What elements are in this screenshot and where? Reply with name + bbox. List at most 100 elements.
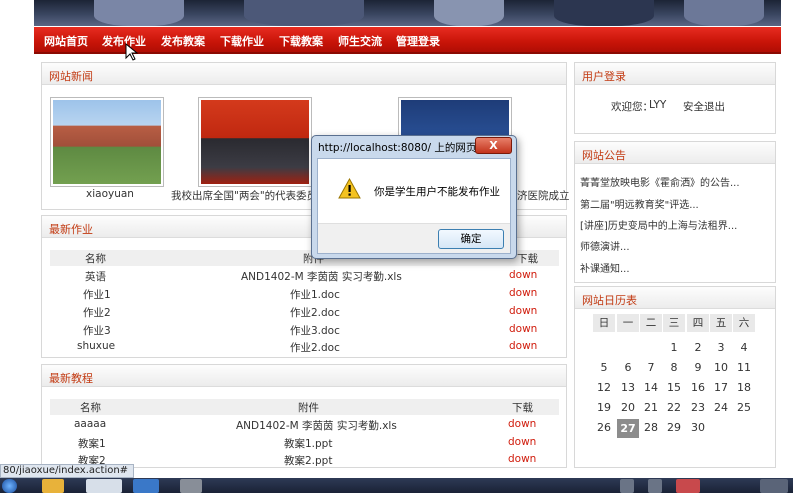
taskbar-folder-icon[interactable] <box>42 479 64 493</box>
homework-row-file: AND1402-M 李茵茵 实习考勤.xls <box>241 271 402 283</box>
calendar-day[interactable]: 25 <box>733 401 755 414</box>
homework-download-link[interactable]: down <box>509 323 537 335</box>
windows-taskbar <box>0 478 793 493</box>
header-banner <box>34 0 781 26</box>
notice-item[interactable]: 补课通知... <box>580 260 630 275</box>
welcome-label: 欢迎您： <box>611 101 653 113</box>
tray-icon[interactable] <box>760 479 788 493</box>
calendar-day[interactable]: 1 <box>663 341 685 354</box>
homework-row-file: 作业2.doc <box>290 307 340 319</box>
news-image-campus[interactable] <box>50 97 164 187</box>
calendar-day[interactable]: 20 <box>617 401 639 414</box>
nav-admin-login[interactable]: 管理登录 <box>396 33 440 49</box>
calendar-day[interactable]: 17 <box>710 381 732 394</box>
homework-row-name: 作业1 <box>83 289 111 301</box>
lessons-download-link[interactable]: down <box>508 418 536 430</box>
notices-panel-title: 网站公告 <box>575 142 775 164</box>
calendar-day[interactable]: 2 <box>687 341 709 354</box>
username: LYY <box>649 99 667 111</box>
calendar-weekday: 五 <box>710 314 732 332</box>
lessons-row-file: 教案2.ppt <box>284 455 333 467</box>
notice-item[interactable]: [讲座]历史变局中的上海与法租界... <box>580 217 737 232</box>
mouse-cursor-icon <box>125 43 139 61</box>
calendar-day[interactable]: 9 <box>687 361 709 374</box>
login-panel-title: 用户登录 <box>575 63 775 85</box>
notice-item[interactable]: 菁菁堂放映电影《霍俞洒》的公告... <box>580 174 740 189</box>
lessons-row-name: aaaaa <box>74 418 107 430</box>
dialog-close-button[interactable]: X <box>475 137 512 154</box>
taskbar-app-icon[interactable] <box>180 479 202 493</box>
homework-row-name: 作业2 <box>83 307 111 319</box>
homework-download-link[interactable]: down <box>509 305 537 317</box>
calendar-day[interactable]: 28 <box>640 421 662 434</box>
calendar-day[interactable]: 6 <box>617 361 639 374</box>
news-image-delegates[interactable] <box>198 97 312 187</box>
calendar-day[interactable]: 24 <box>710 401 732 414</box>
calendar-day[interactable]: 21 <box>640 401 662 414</box>
dialog-ok-button[interactable]: 确定 <box>438 229 504 249</box>
dialog-title: http://localhost:8080/ 上的网页显... <box>318 142 497 154</box>
left-margin <box>0 0 34 465</box>
homework-row-file: 作业3.doc <box>290 325 340 337</box>
calendar-day[interactable]: 12 <box>593 381 615 394</box>
calendar-weekday: 日 <box>593 314 615 332</box>
tray-icon[interactable] <box>648 479 662 493</box>
calendar-day[interactable]: 29 <box>663 421 685 434</box>
lessons-row-file: 教案1.ppt <box>284 438 333 450</box>
login-panel: 用户登录 <box>574 62 776 134</box>
calendar-day[interactable]: 3 <box>710 341 732 354</box>
news-caption[interactable]: 济医院成立 <box>517 188 570 203</box>
homework-row-file: 作业2.doc <box>290 342 340 354</box>
homework-download-link[interactable]: down <box>509 340 537 352</box>
homework-row-name: shuxue <box>77 340 116 352</box>
calendar-day[interactable]: 22 <box>663 401 685 414</box>
homework-row-file: 作业1.doc <box>290 289 340 301</box>
calendar-day[interactable]: 13 <box>617 381 639 394</box>
calendar-weekday: 一 <box>617 314 639 332</box>
calendar-day[interactable]: 8 <box>663 361 685 374</box>
homework-download-link[interactable]: down <box>509 287 537 299</box>
nav-publish-lesson[interactable]: 发布教案 <box>161 33 205 49</box>
calendar-weekday: 六 <box>733 314 755 332</box>
calendar-day[interactable]: 4 <box>733 341 755 354</box>
calendar-day[interactable]: 18 <box>733 381 755 394</box>
calendar-day[interactable]: 10 <box>710 361 732 374</box>
tray-icon[interactable] <box>676 479 700 493</box>
calendar-day-today[interactable]: 27 <box>617 419 639 438</box>
notice-item[interactable]: 师德演讲... <box>580 238 630 253</box>
news-caption[interactable]: xiaoyuan <box>86 188 134 200</box>
lessons-col-name: 名称 <box>80 402 101 414</box>
browser-page: 网站首页 发布作业 发布教案 下载作业 下载教案 师生交流 管理登录 网站新闻 … <box>0 0 793 493</box>
calendar-day[interactable]: 19 <box>593 401 615 414</box>
nav-publish-homework[interactable]: 发布作业 <box>102 33 146 49</box>
status-bar-url: 80/jiaoxue/index.action# <box>0 464 135 478</box>
calendar-day[interactable]: 23 <box>687 401 709 414</box>
calendar-day[interactable]: 14 <box>640 381 662 394</box>
lessons-download-link[interactable]: down <box>508 453 536 465</box>
lessons-download-link[interactable]: down <box>508 436 536 448</box>
nav-download-homework[interactable]: 下载作业 <box>220 33 264 49</box>
nav-teacher-student-chat[interactable]: 师生交流 <box>338 33 382 49</box>
calendar-day[interactable]: 7 <box>640 361 662 374</box>
lessons-col-attachment: 附件 <box>298 402 319 414</box>
calendar-day[interactable]: 26 <box>593 421 615 434</box>
calendar-day[interactable]: 16 <box>687 381 709 394</box>
taskbar-app-icon[interactable] <box>133 479 159 493</box>
news-caption[interactable]: 我校出席全国"两会"的代表委员载 <box>171 188 328 203</box>
logout-link[interactable]: 安全退出 <box>683 99 725 114</box>
calendar-day[interactable]: 30 <box>687 421 709 434</box>
news-panel-title: 网站新闻 <box>42 63 566 85</box>
tray-icon[interactable] <box>620 479 634 493</box>
calendar-day[interactable]: 15 <box>663 381 685 394</box>
main-nav: 网站首页 发布作业 发布教案 下载作业 下载教案 师生交流 管理登录 <box>34 27 781 54</box>
nav-home[interactable]: 网站首页 <box>44 33 88 49</box>
homework-row-name: 作业3 <box>83 325 111 337</box>
homework-col-name: 名称 <box>85 253 106 265</box>
calendar-day[interactable]: 5 <box>593 361 615 374</box>
notice-item[interactable]: 第二届"明远教育奖"评选... <box>580 196 699 211</box>
start-button-icon[interactable] <box>2 479 17 493</box>
homework-download-link[interactable]: down <box>509 269 537 281</box>
calendar-day[interactable]: 11 <box>733 361 755 374</box>
nav-download-lesson[interactable]: 下载教案 <box>279 33 323 49</box>
taskbar-app-icon[interactable] <box>86 479 122 493</box>
